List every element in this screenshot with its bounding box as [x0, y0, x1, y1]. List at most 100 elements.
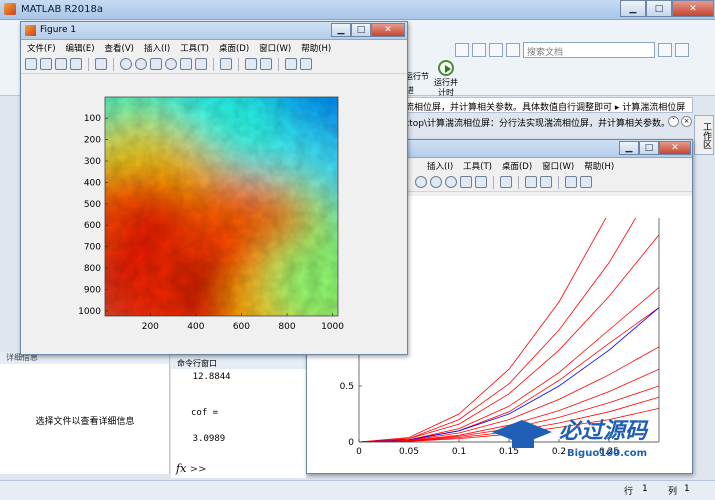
figure-1-title: Figure 1	[40, 25, 77, 35]
status-bar: 行 1 列 1	[0, 480, 715, 500]
data-cursor-icon[interactable]	[460, 176, 472, 188]
fig1-menu-desktop[interactable]: 桌面(D)	[219, 42, 249, 54]
fig1-menu-view[interactable]: 查看(V)	[105, 42, 134, 54]
help-icon[interactable]	[506, 43, 520, 57]
search-documentation-input[interactable]: 搜索文档	[523, 42, 655, 58]
close-button[interactable]: ✕	[672, 0, 714, 17]
open-file-icon[interactable]	[40, 58, 52, 70]
fx-icon[interactable]: fx >>	[176, 462, 207, 475]
x-tick-label: 800	[278, 322, 295, 332]
matlab-logo-icon	[4, 3, 16, 15]
colorbar-icon[interactable]	[245, 58, 257, 70]
figure-1-window[interactable]: Figure 1 ▁ □ ✕ 文件(F) 编辑(E) 查看(V) 插入(I) 工…	[20, 21, 408, 355]
fig1-menu-window[interactable]: 窗口(W)	[259, 42, 291, 54]
back-icon[interactable]	[455, 43, 469, 57]
fig1-minimize-button[interactable]: ▁	[331, 23, 351, 37]
fig1-maximize-button[interactable]: □	[351, 23, 371, 37]
quick-access-bar: 搜索文档	[455, 41, 689, 59]
pane-close-icon[interactable]: ×	[681, 116, 692, 127]
run-and-time-button[interactable]: 运行并 计时	[428, 60, 464, 98]
brush-icon[interactable]	[195, 58, 207, 70]
watermark-logo-icon: 必过源码 Biguo100.com	[492, 419, 649, 459]
rotate-icon[interactable]	[445, 176, 457, 188]
minimize-button[interactable]: ▁	[620, 0, 646, 17]
colorbar-icon[interactable]	[525, 176, 537, 188]
main-title-bar: MATLAB R2018a ▁ □ ✕	[0, 0, 715, 20]
link-plot-icon[interactable]	[500, 176, 512, 188]
run-and-time-icon	[438, 60, 454, 76]
show-plot-tools-icon[interactable]	[300, 58, 312, 70]
workspace-tab[interactable]: 工作区	[694, 115, 714, 155]
print-icon[interactable]	[70, 58, 82, 70]
search-icon[interactable]	[658, 43, 672, 57]
figure-1-toolbar	[21, 55, 407, 74]
y-tick-label: 500	[84, 200, 101, 210]
pan-icon[interactable]	[150, 58, 162, 70]
details-message: 选择文件以查看详细信息	[35, 417, 135, 427]
pane-controls: ˅ ×	[668, 116, 692, 127]
zoom-out-icon[interactable]	[415, 176, 427, 188]
fig2-maximize-button[interactable]: □	[639, 141, 659, 155]
edit-plot-arrow-icon[interactable]	[95, 58, 107, 70]
dropdown-icon[interactable]	[489, 43, 503, 57]
x-tick-label: 0.05	[399, 447, 419, 457]
y-tick-label: 0	[348, 438, 354, 448]
fig2-menu-window[interactable]: 窗口(W)	[542, 160, 574, 172]
link-plot-icon[interactable]	[220, 58, 232, 70]
current-folder-path-detail: ktop\计算湍流相位屏：分行法实现湍流相位屏，并计算相关参数。	[404, 119, 668, 129]
svg-text:Biguo100.com: Biguo100.com	[567, 448, 647, 459]
x-tick-label: 1000	[321, 322, 344, 332]
x-tick-label: 600	[233, 322, 250, 332]
legend-icon[interactable]	[260, 58, 272, 70]
command-prompt[interactable]: >>	[190, 464, 207, 475]
y-tick-label: 0.5	[340, 382, 354, 392]
pane-expand-icon[interactable]: ˅	[668, 116, 679, 127]
y-tick-label: 600	[84, 221, 101, 231]
current-folder-path[interactable]: 流相位屏，并计算相关参数。具体数值自行调整即可 ▸ 计算湍流相位屏	[400, 97, 693, 113]
command-window[interactable]: 命令行窗口 12.8844 cof = 3.0989	[171, 356, 306, 478]
rotate-icon[interactable]	[165, 58, 177, 70]
community-icon[interactable]	[675, 43, 689, 57]
y-tick-label: 200	[84, 136, 101, 146]
heatmap-plot: 200 400 600 800 1000 100 200 300 400 500 600 700 800…	[78, 96, 344, 332]
details-panel: 详细信息 选择文件以查看详细信息	[0, 352, 170, 474]
y-tick-label: 700	[84, 243, 101, 253]
fig2-menu-help[interactable]: 帮助(H)	[584, 160, 614, 172]
fig2-menu-desktop[interactable]: 桌面(D)	[502, 160, 532, 172]
hide-plot-tools-icon[interactable]	[565, 176, 577, 188]
zoom-in-icon[interactable]	[120, 58, 132, 70]
fig2-close-button[interactable]: ✕	[659, 141, 691, 155]
fig1-menu-help[interactable]: 帮助(H)	[301, 42, 331, 54]
data-cursor-icon[interactable]	[180, 58, 192, 70]
y-tick-label: 800	[84, 264, 101, 274]
fig2-minimize-button[interactable]: ▁	[619, 141, 639, 155]
col-label: 列	[668, 487, 678, 497]
save-icon[interactable]	[55, 58, 67, 70]
pan-icon[interactable]	[430, 176, 442, 188]
fig1-menu-insert[interactable]: 插入(I)	[144, 42, 170, 54]
heatmap-texture	[105, 97, 338, 316]
y-tick-label: 300	[84, 157, 101, 167]
y-tick-label: 100	[84, 114, 101, 124]
figure-1-menubar: 文件(F) 编辑(E) 查看(V) 插入(I) 工具(T) 桌面(D) 窗口(W…	[21, 40, 407, 55]
fig1-menu-tools[interactable]: 工具(T)	[180, 42, 209, 54]
hide-plot-tools-icon[interactable]	[285, 58, 297, 70]
x-tick-label: 400	[187, 322, 204, 332]
new-figure-icon[interactable]	[25, 58, 37, 70]
command-output-line: 3.0989	[171, 434, 226, 444]
show-plot-tools-icon[interactable]	[580, 176, 592, 188]
x-tick-label: 200	[142, 322, 159, 332]
fig1-menu-file[interactable]: 文件(F)	[27, 42, 56, 54]
fig2-menu-insert[interactable]: 插入(I)	[427, 160, 453, 172]
zoom-out-icon[interactable]	[135, 58, 147, 70]
y-tick-label: 900	[84, 285, 101, 295]
forward-icon[interactable]	[472, 43, 486, 57]
fig2-menu-tools[interactable]: 工具(T)	[463, 160, 492, 172]
brush-icon[interactable]	[475, 176, 487, 188]
y-tick-label: 400	[84, 178, 101, 188]
run-and-time-label: 运行并 计时	[434, 78, 458, 97]
fig1-close-button[interactable]: ✕	[371, 23, 405, 37]
fig1-menu-edit[interactable]: 编辑(E)	[66, 42, 95, 54]
maximize-button[interactable]: □	[646, 0, 672, 17]
legend-icon[interactable]	[540, 176, 552, 188]
